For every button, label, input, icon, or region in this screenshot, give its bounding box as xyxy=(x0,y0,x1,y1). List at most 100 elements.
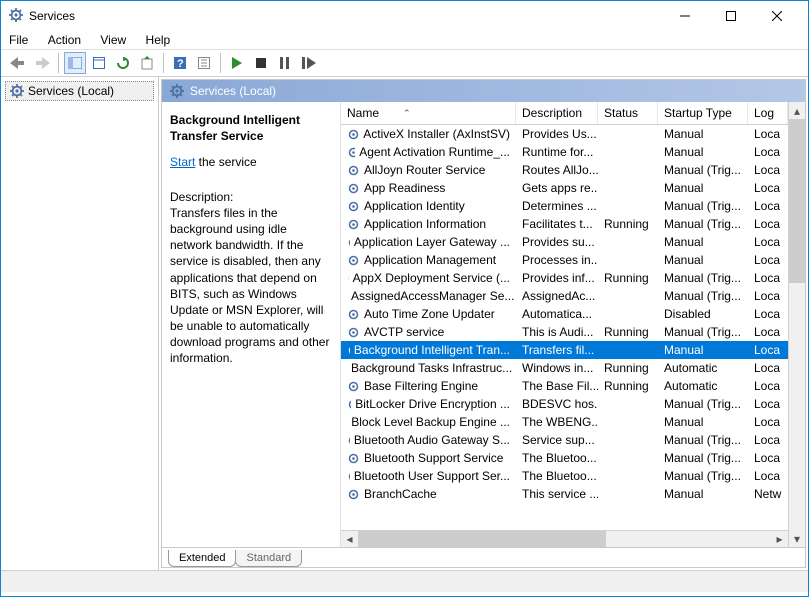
start-suffix: the service xyxy=(195,155,256,169)
service-row[interactable]: ActiveX Installer (AxInstSV)Provides Us.… xyxy=(341,125,788,143)
service-startup-type: Manual xyxy=(658,487,748,501)
horizontal-scrollbar[interactable]: ◂ ▸ xyxy=(341,530,788,547)
service-description: BDESVC hos... xyxy=(516,397,598,411)
service-description: The WBENG... xyxy=(516,415,598,429)
minimize-button[interactable] xyxy=(662,1,708,31)
service-description: Automatica... xyxy=(516,307,598,321)
service-row[interactable]: Bluetooth Support ServiceThe Bluetoo...M… xyxy=(341,449,788,467)
column-description[interactable]: Description xyxy=(516,102,598,124)
service-row[interactable]: Background Tasks Infrastruc...Windows in… xyxy=(341,359,788,377)
maximize-button[interactable] xyxy=(708,1,754,31)
service-logon: Loca xyxy=(748,451,788,465)
service-row[interactable]: Block Level Backup Engine ...The WBENG..… xyxy=(341,413,788,431)
refresh-button[interactable] xyxy=(112,52,134,74)
service-row[interactable]: Bluetooth Audio Gateway S...Service sup.… xyxy=(341,431,788,449)
service-name: Application Layer Gateway ... xyxy=(354,235,510,249)
back-button[interactable] xyxy=(7,52,29,74)
vertical-scrollbar[interactable]: ▴ ▾ xyxy=(788,102,805,547)
service-row[interactable]: Background Intelligent Tran...Transfers … xyxy=(341,341,788,359)
start-button[interactable] xyxy=(226,52,248,74)
service-logon: Loca xyxy=(748,325,788,339)
menu-view[interactable]: View xyxy=(100,33,126,47)
restart-button[interactable] xyxy=(298,52,320,74)
service-icon xyxy=(347,488,360,501)
service-name: Bluetooth User Support Ser... xyxy=(354,469,510,483)
service-row[interactable]: Application Layer Gateway ... Provides su… xyxy=(341,233,788,251)
service-name: Auto Time Zone Updater xyxy=(364,307,495,321)
service-description: Routes AllJo... xyxy=(516,163,598,177)
properties-button[interactable] xyxy=(193,52,215,74)
service-icon xyxy=(347,398,351,411)
app-icon xyxy=(9,8,23,25)
menu-help[interactable]: Help xyxy=(146,33,171,47)
service-icon xyxy=(347,326,360,339)
service-name: BranchCache xyxy=(364,487,437,501)
service-logon: Loca xyxy=(748,181,788,195)
titlebar: Services xyxy=(1,1,808,31)
service-row[interactable]: Base Filtering EngineThe Base Fil...Runn… xyxy=(341,377,788,395)
service-startup-type: Manual (Trig... xyxy=(658,397,748,411)
export-button[interactable] xyxy=(136,52,158,74)
service-icon xyxy=(347,236,350,249)
service-row[interactable]: Application InformationFacilitates t...R… xyxy=(341,215,788,233)
service-icon xyxy=(347,182,360,195)
service-logon: Loca xyxy=(748,397,788,411)
service-row[interactable]: Bluetooth User Support Ser...The Bluetoo… xyxy=(341,467,788,485)
menu-file[interactable]: File xyxy=(9,33,28,47)
service-row[interactable]: AppX Deployment Service (...Provides inf… xyxy=(341,269,788,287)
scroll-down-icon[interactable]: ▾ xyxy=(789,530,805,547)
service-row[interactable]: App Readiness Gets apps re... ManualLoca xyxy=(341,179,788,197)
service-row[interactable]: AVCTP serviceThis is Audi...RunningManua… xyxy=(341,323,788,341)
start-service-link[interactable]: Start xyxy=(170,155,195,169)
service-startup-type: Manual xyxy=(658,415,748,429)
service-startup-type: Manual (Trig... xyxy=(658,325,748,339)
service-row[interactable]: Application IdentityDetermines ...Manual… xyxy=(341,197,788,215)
service-logon: Loca xyxy=(748,253,788,267)
forward-button[interactable] xyxy=(31,52,53,74)
service-description: Provides su... xyxy=(516,235,598,249)
scroll-up-icon[interactable]: ▴ xyxy=(789,102,805,119)
tree-item-services-local[interactable]: Services (Local) xyxy=(5,81,154,101)
service-name: AVCTP service xyxy=(364,325,444,339)
service-name: Application Management xyxy=(364,253,496,267)
service-row[interactable]: Agent Activation Runtime_...Runtime for.… xyxy=(341,143,788,161)
service-row[interactable]: BranchCacheThis service ...ManualNetw xyxy=(341,485,788,503)
description-label: Description: xyxy=(170,189,332,205)
service-row[interactable]: AllJoyn Router ServiceRoutes AllJo...Man… xyxy=(341,161,788,179)
show-hide-tree-button[interactable] xyxy=(64,52,86,74)
service-icon xyxy=(347,470,350,483)
column-startup-type[interactable]: Startup Type xyxy=(658,102,748,124)
scroll-left-icon[interactable]: ◂ xyxy=(341,531,358,548)
stop-button[interactable] xyxy=(250,52,272,74)
column-logon[interactable]: Log xyxy=(748,102,788,124)
service-description: Gets apps re... xyxy=(516,181,598,195)
service-row[interactable]: Application ManagementProcesses in...Man… xyxy=(341,251,788,269)
tab-extended[interactable]: Extended xyxy=(168,550,236,567)
service-row[interactable]: BitLocker Drive Encryption ... BDESVC hos… xyxy=(341,395,788,413)
properties-window-button[interactable] xyxy=(88,52,110,74)
service-icon xyxy=(347,200,360,213)
close-button[interactable] xyxy=(754,1,800,31)
service-description: Determines ... xyxy=(516,199,598,213)
service-row[interactable]: Auto Time Zone UpdaterAutomatica...Disab… xyxy=(341,305,788,323)
service-row[interactable]: AssignedAccessManager Se...AssignedAc...… xyxy=(341,287,788,305)
service-logon: Loca xyxy=(748,163,788,177)
help-button[interactable]: ? xyxy=(169,52,191,74)
service-logon: Loca xyxy=(748,289,788,303)
column-status[interactable]: Status xyxy=(598,102,658,124)
h-scroll-thumb[interactable] xyxy=(358,531,606,548)
view-tabs: Extended Standard xyxy=(162,547,805,567)
column-name[interactable]: Name⌃ xyxy=(341,102,516,124)
service-logon: Loca xyxy=(748,235,788,249)
scroll-right-icon[interactable]: ▸ xyxy=(771,531,788,548)
service-name: App Readiness xyxy=(364,181,445,195)
service-status: Running xyxy=(598,271,658,285)
tab-standard[interactable]: Standard xyxy=(235,550,302,567)
service-startup-type: Manual xyxy=(658,181,748,195)
service-name: BitLocker Drive Encryption ... xyxy=(355,397,510,411)
v-scroll-thumb[interactable] xyxy=(789,119,805,283)
menu-action[interactable]: Action xyxy=(48,33,81,47)
service-logon: Loca xyxy=(748,199,788,213)
service-startup-type: Manual (Trig... xyxy=(658,451,748,465)
pause-button[interactable] xyxy=(274,52,296,74)
